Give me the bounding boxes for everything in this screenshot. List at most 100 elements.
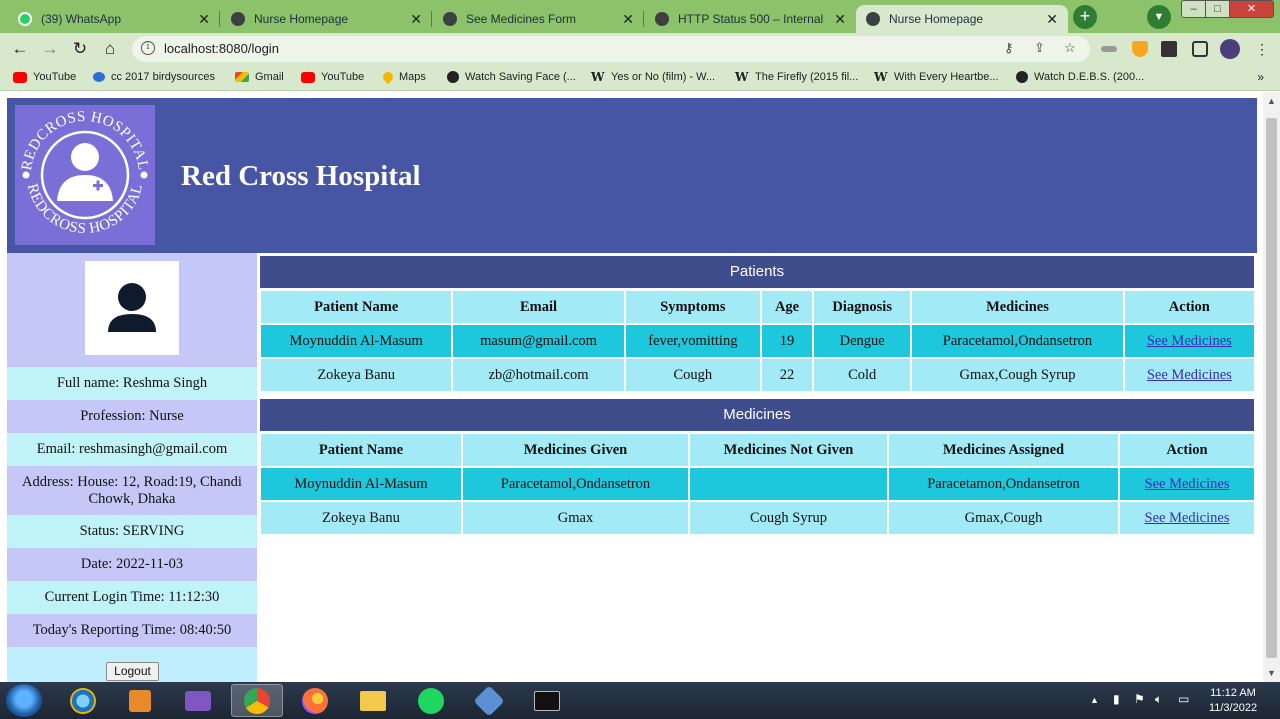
windows-start-icon[interactable] bbox=[6, 684, 42, 717]
bookmark-youtube[interactable]: YouTube bbox=[13, 71, 76, 83]
table-row: Moynuddin Al-Masum Paracetamol,Ondansetr… bbox=[261, 468, 1254, 500]
taskbar-media-player[interactable] bbox=[114, 684, 166, 717]
key-icon[interactable]: ⚷ bbox=[1004, 40, 1014, 56]
close-icon[interactable]: ✕ bbox=[834, 11, 846, 28]
media-player-icon bbox=[129, 689, 151, 712]
action-cell: See Medicines bbox=[1120, 502, 1254, 534]
see-medicines-link[interactable]: See Medicines bbox=[1145, 510, 1230, 526]
bookmark-with-every-heartbeat[interactable]: W With Every Heartbe... bbox=[874, 71, 999, 84]
taskbar-clock[interactable]: 11:12 AM 11/3/2022 bbox=[1204, 686, 1262, 716]
tab-search-button[interactable]: ▼ bbox=[1147, 5, 1171, 29]
taskbar-firefox[interactable] bbox=[289, 684, 341, 717]
spotify-icon bbox=[418, 687, 444, 714]
medicines-assigned-cell: Paracetamon,Ondansetron bbox=[889, 468, 1118, 500]
tab-nurse-homepage[interactable]: Nurse Homepage ✕ bbox=[221, 5, 432, 33]
close-icon[interactable]: ✕ bbox=[410, 11, 422, 28]
show-hidden-icons-icon[interactable]: ▲ bbox=[1090, 695, 1099, 705]
youtube-icon bbox=[301, 71, 315, 83]
address-bar[interactable]: i localhost:8080/login ⚷ ⇪ ☆ bbox=[132, 36, 1090, 62]
home-button[interactable]: ⌂ bbox=[98, 37, 122, 61]
volume-icon[interactable]: 🔈︎ bbox=[1155, 692, 1162, 707]
back-button[interactable]: ← bbox=[8, 37, 32, 61]
action-center-flag-icon[interactable]: ⚑ bbox=[1134, 692, 1145, 706]
network-icon[interactable]: ▭ bbox=[1178, 692, 1189, 706]
extension-icon[interactable] bbox=[1101, 46, 1117, 52]
tab-label: See Medicines Form bbox=[466, 12, 577, 26]
see-medicines-link[interactable]: See Medicines bbox=[1147, 367, 1232, 383]
profile-profession: Profession: Nurse bbox=[7, 400, 257, 433]
medicines-assigned-cell: Gmax,Cough bbox=[889, 502, 1118, 534]
battery-icon[interactable]: ▮ bbox=[1113, 692, 1120, 706]
bookmark-saving-face[interactable]: Watch Saving Face (... bbox=[447, 71, 576, 83]
more-bookmarks-icon[interactable]: » bbox=[1257, 70, 1264, 84]
see-medicines-link[interactable]: See Medicines bbox=[1145, 476, 1230, 492]
reload-button[interactable]: ↻ bbox=[68, 37, 92, 61]
forward-button[interactable]: → bbox=[38, 37, 62, 61]
close-icon[interactable]: ✕ bbox=[622, 11, 634, 28]
column-header: Action bbox=[1124, 291, 1254, 323]
taskbar-virtualbox[interactable] bbox=[463, 684, 515, 717]
wikipedia-icon: W bbox=[591, 69, 605, 84]
clock-time: 11:12 AM bbox=[1210, 687, 1256, 699]
tab-whatsapp[interactable]: (39) WhatsApp ✕ bbox=[8, 5, 220, 33]
taskbar-spotify[interactable] bbox=[405, 684, 457, 717]
profile-email: Email: reshmasingh@gmail.com bbox=[7, 433, 257, 466]
bookmark-gmail[interactable]: Gmail bbox=[235, 71, 284, 83]
taskbar-visual-studio[interactable] bbox=[172, 684, 224, 717]
tab-http-status-500[interactable]: HTTP Status 500 – Internal Ser ✕ bbox=[645, 5, 856, 33]
taskbar-file-explorer[interactable] bbox=[347, 684, 399, 717]
diagnosis-cell: Dengue bbox=[814, 325, 911, 357]
visual-studio-icon bbox=[185, 690, 211, 711]
profile-login-time: Current Login Time: 11:12:30 bbox=[7, 581, 257, 614]
tab-nurse-homepage-active[interactable]: Nurse Homepage ✕ bbox=[856, 5, 1068, 33]
address-url[interactable]: localhost:8080/login bbox=[164, 41, 279, 56]
column-header: Medicines Given bbox=[463, 434, 688, 466]
bookmark-label: cc 2017 birdysources bbox=[111, 71, 215, 83]
see-medicines-link[interactable]: See Medicines bbox=[1147, 333, 1232, 349]
maximize-button[interactable]: □ bbox=[1205, 0, 1230, 18]
minimize-button[interactable]: – bbox=[1181, 0, 1206, 18]
taskbar-chrome[interactable] bbox=[231, 684, 283, 717]
scroll-thumb[interactable] bbox=[1266, 118, 1277, 658]
medicines-table: Patient Name Medicines Given Medicines N… bbox=[259, 432, 1256, 536]
logout-button[interactable]: Logout bbox=[106, 662, 159, 681]
share-icon[interactable]: ⇪ bbox=[1034, 40, 1045, 56]
shield-extension-icon[interactable] bbox=[1132, 41, 1148, 57]
side-panel-icon[interactable] bbox=[1192, 41, 1208, 57]
menu-icon[interactable]: ⋮ bbox=[1250, 37, 1274, 61]
bookmark-youtube-2[interactable]: YouTube bbox=[301, 71, 364, 83]
bookmark-watch-debs[interactable]: Watch D.E.B.S. (200... bbox=[1016, 71, 1144, 83]
bookmark-label: YouTube bbox=[33, 71, 77, 83]
puzzle-icon[interactable] bbox=[1161, 41, 1177, 57]
new-tab-button[interactable]: + bbox=[1073, 5, 1097, 29]
profile-reporting-time: Today's Reporting Time: 08:40:50 bbox=[7, 614, 257, 647]
age-cell: 19 bbox=[761, 325, 813, 357]
column-header: Diagnosis bbox=[814, 291, 911, 323]
avatar-container bbox=[7, 253, 257, 367]
taskbar-internet-explorer[interactable] bbox=[57, 684, 109, 717]
column-header: Symptoms bbox=[625, 291, 760, 323]
bookmark-cc-2017[interactable]: cc 2017 birdysources bbox=[93, 71, 215, 83]
youtube-icon bbox=[13, 71, 27, 83]
bookmark-yes-or-no[interactable]: W Yes or No (film) - W... bbox=[591, 69, 716, 84]
bookmark-maps[interactable]: Maps bbox=[380, 69, 426, 85]
medicines-given-cell: Paracetamol,Ondansetron bbox=[463, 468, 688, 500]
medicines-given-cell: Gmax bbox=[463, 502, 688, 534]
window-close-button[interactable]: ✕ bbox=[1229, 0, 1274, 18]
close-icon[interactable]: ✕ bbox=[1046, 11, 1058, 28]
scroll-down-icon[interactable]: ▼ bbox=[1267, 668, 1276, 678]
bookmark-star-icon[interactable]: ☆ bbox=[1064, 40, 1076, 56]
taskbar-command-prompt[interactable] bbox=[521, 684, 573, 717]
close-icon[interactable]: ✕ bbox=[198, 11, 210, 28]
globe-icon bbox=[231, 12, 245, 26]
tab-see-medicines-form[interactable]: See Medicines Form ✕ bbox=[433, 5, 644, 33]
bookmark-label: The Firefly (2015 fil... bbox=[755, 71, 859, 83]
film-icon bbox=[1016, 71, 1028, 83]
profile-date: Date: 2022-11-03 bbox=[7, 548, 257, 581]
page-scrollbar[interactable]: ▲ ▼ bbox=[1263, 92, 1280, 682]
site-info-icon[interactable]: i bbox=[141, 41, 155, 55]
bookmark-the-firefly[interactable]: W The Firefly (2015 fil... bbox=[735, 71, 859, 84]
bookmark-label: Yes or No (film) - W... bbox=[611, 71, 716, 83]
profile-avatar[interactable] bbox=[1220, 39, 1240, 59]
scroll-up-icon[interactable]: ▲ bbox=[1267, 96, 1276, 106]
